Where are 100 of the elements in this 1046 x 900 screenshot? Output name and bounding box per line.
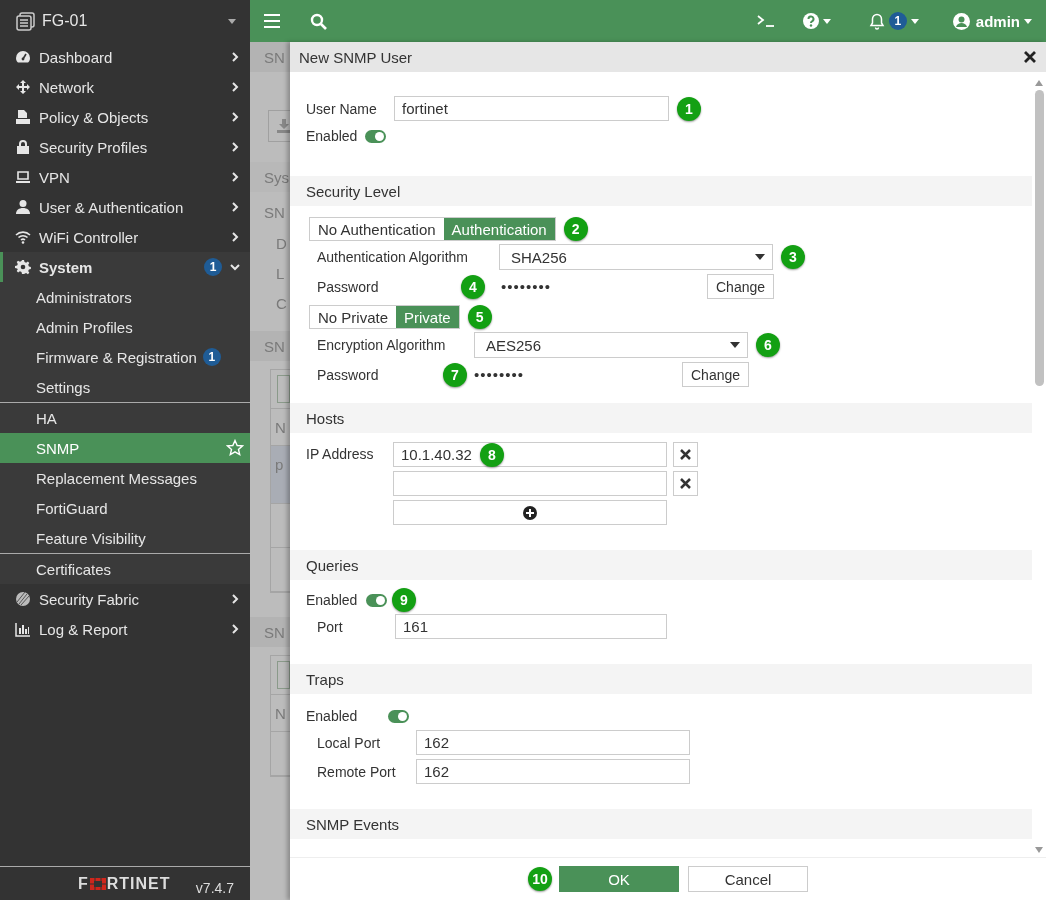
toggle-switch[interactable] [365, 129, 387, 143]
port-field[interactable]: 162 [416, 730, 690, 755]
callout-badge: 10 [528, 867, 552, 891]
chevron-right-icon [230, 112, 240, 122]
terminal-icon[interactable] [756, 14, 775, 28]
remove-button[interactable] [673, 442, 698, 467]
scrollbar-thumb[interactable] [1034, 90, 1044, 386]
field-label: Enabled [306, 708, 359, 724]
user-icon[interactable] [952, 12, 970, 30]
field-label: C [275, 294, 288, 314]
ok-button[interactable]: OK [559, 866, 679, 892]
nav-subitem[interactable]: FortiGuard [0, 493, 250, 523]
nav-item[interactable]: Network [0, 72, 250, 102]
nav-item[interactable]: User & Authentication [0, 192, 250, 222]
callout-badge: 1 [677, 96, 701, 121]
nav-item[interactable]: Policy & Objects [0, 102, 250, 132]
segment-option[interactable]: Authentication [443, 218, 555, 240]
bell-icon[interactable] [868, 12, 885, 30]
nav-item-icon [15, 591, 31, 607]
notification-badge: 1 [888, 12, 907, 30]
nav-item[interactable]: Log & Report [0, 614, 250, 644]
user-name-field[interactable]: fortinet [394, 96, 669, 121]
ip-address-field[interactable] [393, 471, 667, 496]
toolbar-button[interactable] [277, 375, 290, 403]
download-icon [277, 119, 290, 133]
close-icon [680, 478, 691, 489]
caret-icon[interactable] [1024, 18, 1032, 24]
nav-subitem[interactable]: HA [0, 403, 250, 433]
field-label: Enabled [306, 592, 359, 608]
search-icon[interactable] [310, 12, 327, 30]
help-icon[interactable] [802, 13, 819, 29]
section-header: SNMP Events [290, 809, 1032, 839]
field-label: Enabled [306, 128, 358, 144]
star-icon[interactable] [226, 439, 244, 457]
password-value: •••••••• [474, 366, 525, 383]
nav-subitem[interactable]: Certificates [0, 554, 250, 584]
section-bar: SN [250, 617, 290, 647]
device-name: FG-01 [42, 12, 89, 30]
caret-icon[interactable] [822, 18, 831, 24]
close-icon[interactable] [1024, 51, 1036, 63]
change-button[interactable]: Change [682, 362, 750, 387]
algorithm-select[interactable]: SHA256 [499, 244, 773, 270]
callout-badge: 2 [563, 217, 588, 241]
remove-button[interactable] [673, 471, 698, 496]
user-name[interactable]: admin [975, 12, 1020, 30]
version-label: v7.4.7 [195, 878, 234, 896]
nav-item[interactable]: Security Profiles [0, 132, 250, 162]
field-label: Password [317, 278, 380, 295]
nav-item[interactable]: WiFi Controller [0, 222, 250, 252]
field-label: Encryption Algorithm [317, 337, 447, 353]
chevron-right-icon [230, 624, 240, 634]
toolbar-button[interactable] [277, 661, 290, 689]
callout-badge: 8 [479, 442, 504, 467]
section-header: Security Level [290, 176, 1032, 206]
caret-icon[interactable] [910, 18, 919, 24]
table-cell: p [275, 456, 284, 473]
nav-item[interactable]: VPN [0, 162, 250, 192]
port-field[interactable]: 161 [395, 614, 667, 639]
section-bar: SN [250, 331, 290, 361]
chevron-right-icon [230, 232, 240, 242]
ip-address-field[interactable]: 10.1.40.32 8 [393, 442, 667, 467]
chevron-right-icon [230, 142, 240, 152]
nav-item-icon [15, 109, 31, 125]
menu-icon[interactable] [264, 14, 280, 28]
count-badge: 1 [202, 348, 221, 366]
nav-subitem[interactable]: SNMP [0, 433, 250, 463]
segment-option[interactable]: Private [396, 306, 459, 328]
plus-circle-icon [523, 505, 537, 520]
nav-item[interactable]: System 1 [0, 252, 250, 282]
callout-badge: 3 [781, 245, 805, 269]
nav-subitem[interactable]: Admin Profiles [0, 312, 250, 342]
nav-item-icon [15, 621, 31, 637]
change-button[interactable]: Change [707, 274, 775, 299]
count-badge: 1 [204, 258, 222, 276]
dialog-title: New SNMP User [299, 48, 414, 66]
close-icon [680, 449, 691, 460]
nav-subitem[interactable]: Settings [0, 372, 250, 402]
callout-badge: 4 [461, 274, 485, 299]
fortinet-logo: F RTINET [78, 874, 171, 893]
cancel-button[interactable]: Cancel [688, 866, 808, 892]
chevron-right-icon [230, 594, 240, 604]
field-label: Remote Port [317, 763, 397, 780]
algorithm-select[interactable]: AES256 [474, 332, 748, 358]
port-field[interactable]: 162 [416, 759, 690, 784]
caret-icon [730, 342, 740, 348]
toggle-switch[interactable] [366, 593, 387, 607]
toggle-switch[interactable] [388, 709, 409, 723]
password-value: •••••••• [501, 278, 552, 295]
scroll-down-icon[interactable] [1035, 847, 1043, 853]
nav-item-icon [15, 79, 31, 95]
nav-subitem[interactable]: Administrators [0, 282, 250, 312]
chevron-right-icon [230, 202, 240, 212]
nav-item[interactable]: Security Fabric [0, 584, 250, 614]
nav-subitem[interactable]: Feature Visibility [0, 523, 250, 553]
nav-subitem[interactable]: Replacement Messages [0, 463, 250, 493]
nav-subitem[interactable]: Firmware & Registration 1 [0, 342, 250, 372]
scroll-up-icon[interactable] [1035, 80, 1043, 86]
section-header: Queries [290, 550, 1032, 580]
nav-item[interactable]: Dashboard [0, 42, 250, 72]
caret-icon[interactable] [228, 18, 236, 24]
